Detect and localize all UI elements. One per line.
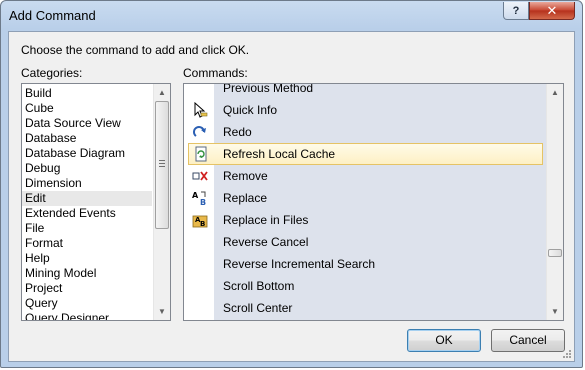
category-item[interactable]: File xyxy=(25,221,44,236)
categories-list[interactable]: Build Cube Data Source View Database Dat… xyxy=(21,83,171,321)
command-label: Reverse Incremental Search xyxy=(223,257,376,271)
grip-line xyxy=(159,163,165,164)
command-item[interactable]: Scroll Bottom xyxy=(184,275,548,297)
command-item[interactable]: AB Replace in Files xyxy=(184,209,548,231)
category-item[interactable]: Query xyxy=(25,296,58,311)
command-label: Remove xyxy=(223,169,268,183)
dialog-body: Choose the command to add and click OK. … xyxy=(8,31,575,362)
replace-in-files-icon: AB xyxy=(192,212,208,228)
category-item[interactable]: Mining Model xyxy=(25,266,96,281)
category-item[interactable]: Database xyxy=(25,131,76,146)
add-command-window: Add Command ? ✕ Choose the command to ad… xyxy=(0,0,583,368)
scroll-up-arrow-icon[interactable]: ▲ xyxy=(547,84,563,101)
help-button[interactable]: ? xyxy=(503,2,529,20)
command-label: Scroll Bottom xyxy=(223,279,295,293)
command-label: Previous Method xyxy=(223,83,314,95)
cancel-button[interactable]: Cancel xyxy=(491,329,565,352)
command-label: Redo xyxy=(223,125,252,139)
command-label: Scroll Center xyxy=(223,301,293,315)
quick-info-icon xyxy=(192,102,208,118)
command-item[interactable]: Scroll Center xyxy=(184,297,548,319)
category-item[interactable]: Database Diagram xyxy=(25,146,125,161)
category-item[interactable]: Format xyxy=(25,236,63,251)
command-label: Replace xyxy=(223,191,268,205)
command-label: Refresh Local Cache xyxy=(223,147,336,161)
ok-button[interactable]: OK xyxy=(407,329,481,352)
grip-line xyxy=(159,166,165,167)
category-item[interactable]: Cube xyxy=(25,101,54,116)
svg-text:B: B xyxy=(200,198,206,206)
category-item[interactable]: Query Designer xyxy=(25,311,109,320)
category-item[interactable]: Dimension xyxy=(25,176,82,191)
commands-list[interactable]: Previous Method Quick Info Redo Refresh … xyxy=(183,83,564,321)
refresh-cache-icon xyxy=(193,146,209,162)
command-item[interactable]: Quick Info xyxy=(184,99,548,121)
replace-icon: AB xyxy=(192,190,208,206)
command-label: Quick Info xyxy=(223,103,278,117)
category-item[interactable]: Project xyxy=(25,281,62,296)
window-title: Add Command xyxy=(9,8,96,23)
command-label: Reverse Cancel xyxy=(223,235,309,249)
category-item[interactable]: Data Source View xyxy=(25,116,121,131)
categories-label: Categories: xyxy=(21,66,83,80)
command-item[interactable]: Remove xyxy=(184,165,548,187)
scroll-down-arrow-icon[interactable]: ▼ xyxy=(547,303,563,320)
category-item[interactable]: Build xyxy=(25,86,52,101)
scroll-thumb[interactable] xyxy=(548,249,562,257)
redo-icon xyxy=(192,124,208,140)
grip-line xyxy=(159,160,165,161)
command-item[interactable]: AB Replace xyxy=(184,187,548,209)
command-item[interactable]: Reverse Cancel xyxy=(184,231,548,253)
category-item[interactable]: Help xyxy=(25,251,50,266)
close-button[interactable]: ✕ xyxy=(529,2,575,20)
command-item[interactable]: Previous Method xyxy=(184,83,548,99)
command-item[interactable]: Reverse Incremental Search xyxy=(184,253,548,275)
scroll-down-arrow-icon[interactable]: ▼ xyxy=(154,303,170,320)
instruction-text: Choose the command to add and click OK. xyxy=(21,43,250,57)
command-item[interactable]: Redo xyxy=(184,121,548,143)
commands-scrollbar[interactable]: ▲ ▼ xyxy=(546,84,563,320)
title-bar[interactable]: Add Command ? ✕ xyxy=(1,1,582,31)
command-label: Replace in Files xyxy=(223,213,309,227)
scroll-up-arrow-icon[interactable]: ▲ xyxy=(154,84,170,101)
scroll-thumb[interactable] xyxy=(155,101,169,229)
remove-icon xyxy=(192,168,208,184)
svg-text:B: B xyxy=(200,220,205,228)
command-item-selected[interactable]: Refresh Local Cache xyxy=(188,143,543,165)
svg-text:A: A xyxy=(192,191,199,200)
category-item[interactable]: Extended Events xyxy=(25,206,116,221)
category-item[interactable]: Debug xyxy=(25,161,60,176)
commands-label: Commands: xyxy=(183,66,248,80)
resize-grip-icon[interactable] xyxy=(562,349,572,359)
categories-scrollbar[interactable]: ▲ ▼ xyxy=(153,84,170,320)
category-item-selected[interactable]: Edit xyxy=(22,191,152,206)
